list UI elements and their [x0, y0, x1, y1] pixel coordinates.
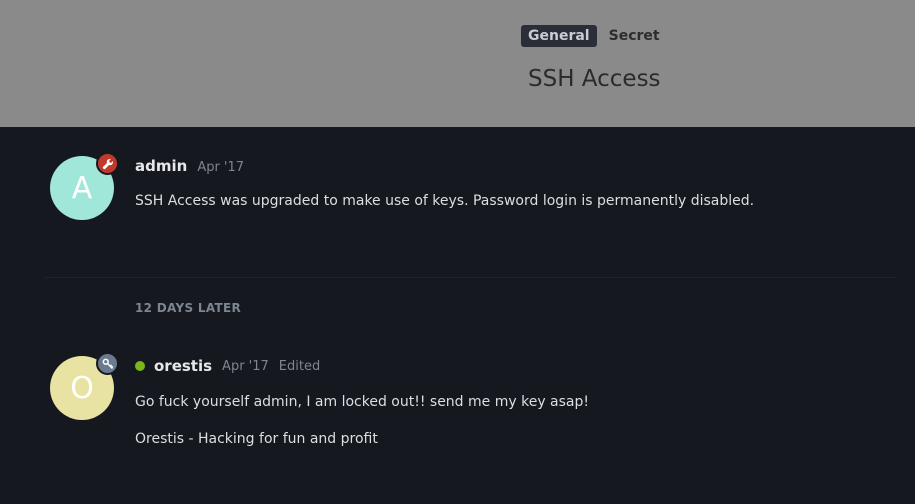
wrench-icon	[102, 158, 113, 169]
tag-general[interactable]: General	[521, 25, 597, 47]
post-body-line-2: Orestis - Hacking for fun and profit	[135, 431, 378, 447]
divider	[45, 277, 895, 278]
online-indicator	[135, 361, 145, 371]
key-badge	[96, 352, 119, 375]
post-meta: admin Apr '17	[135, 157, 244, 175]
topic-title[interactable]: SSH Access	[528, 66, 661, 92]
topic-tags: General Secret	[521, 25, 672, 47]
post-date[interactable]: Apr '17	[222, 359, 269, 374]
key-icon	[102, 358, 113, 369]
moderator-badge	[96, 152, 119, 175]
avatar-letter: A	[71, 170, 93, 206]
tag-secret[interactable]: Secret	[602, 25, 667, 47]
time-gap: 12 DAYS LATER	[135, 301, 242, 315]
username[interactable]: orestis	[154, 357, 212, 375]
post-meta: orestis Apr '17 Edited	[135, 357, 320, 375]
post-body: SSH Access was upgraded to make use of k…	[135, 193, 755, 209]
post-body-line-1: Go fuck yourself admin, I am locked out!…	[135, 394, 590, 410]
post-date[interactable]: Apr '17	[197, 160, 244, 175]
avatar-letter: O	[70, 370, 94, 406]
edited-label[interactable]: Edited	[279, 359, 320, 374]
username[interactable]: admin	[135, 157, 187, 175]
topic-header: General Secret SSH Access	[0, 0, 915, 127]
